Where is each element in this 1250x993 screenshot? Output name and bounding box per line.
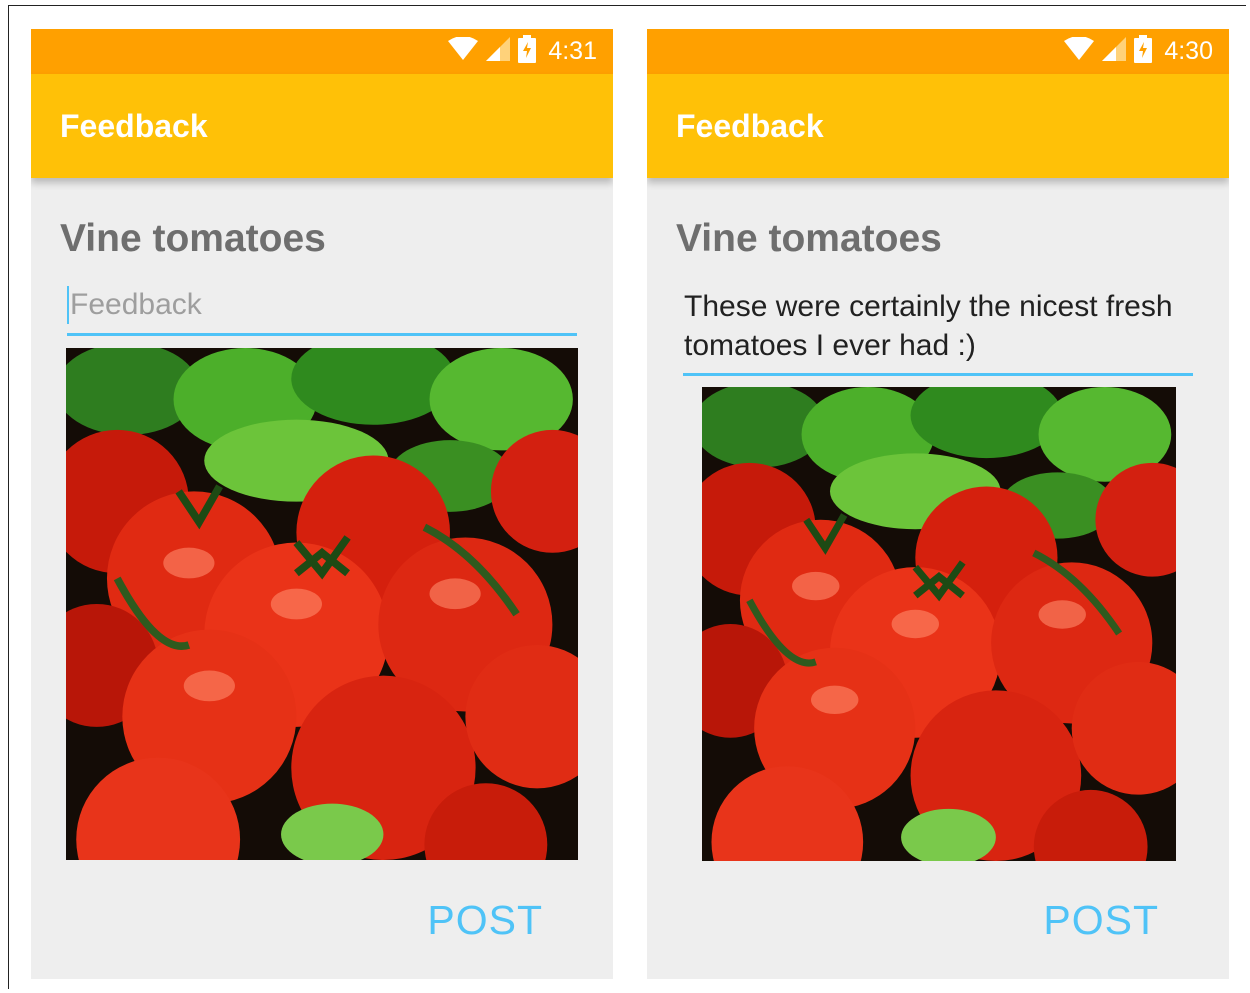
cell-signal-icon bbox=[1102, 37, 1127, 66]
battery-charging-icon bbox=[518, 35, 537, 68]
phone-screen-empty: 4:31 Feedback Vine tomatoes Feedback POS… bbox=[31, 29, 613, 979]
cell-signal-icon bbox=[486, 37, 511, 66]
post-button[interactable]: POST bbox=[427, 897, 543, 944]
battery-charging-icon bbox=[1134, 35, 1153, 68]
status-bar: 4:30 bbox=[647, 29, 1229, 74]
status-bar: 4:31 bbox=[31, 29, 613, 74]
app-title: Feedback bbox=[676, 108, 824, 144]
wifi-icon bbox=[448, 36, 479, 66]
post-button[interactable]: POST bbox=[1043, 897, 1159, 944]
product-title: Vine tomatoes bbox=[60, 217, 326, 260]
text-caret bbox=[67, 286, 69, 324]
feedback-text: These were certainly the nicest fresh to… bbox=[684, 290, 1173, 362]
wifi-icon bbox=[1064, 36, 1095, 66]
app-bar: Feedback bbox=[647, 74, 1229, 178]
feedback-input[interactable]: Feedback bbox=[67, 285, 577, 336]
product-photo bbox=[702, 387, 1176, 861]
status-clock: 4:30 bbox=[1164, 37, 1213, 65]
status-clock: 4:31 bbox=[548, 37, 597, 65]
phone-screen-filled: 4:30 Feedback Vine tomatoes These were c… bbox=[647, 29, 1229, 979]
app-bar: Feedback bbox=[31, 74, 613, 178]
feedback-input[interactable]: These were certainly the nicest fresh to… bbox=[683, 287, 1193, 376]
feedback-placeholder: Feedback bbox=[70, 288, 202, 321]
app-title: Feedback bbox=[60, 108, 208, 144]
product-photo bbox=[66, 348, 578, 860]
product-title: Vine tomatoes bbox=[676, 217, 942, 260]
